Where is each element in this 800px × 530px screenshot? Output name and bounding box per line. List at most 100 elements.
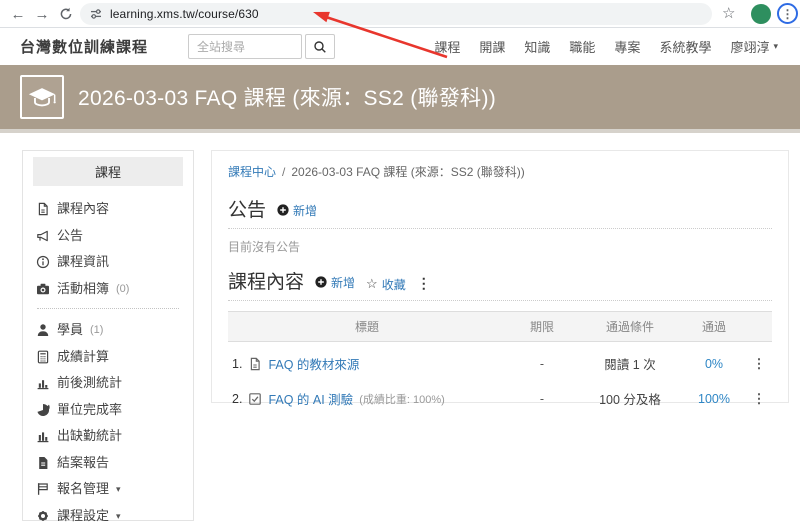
file-icon <box>36 202 50 216</box>
sidebar-item-course-settings[interactable]: 課程設定 ▾ <box>36 509 180 523</box>
sidebar-item-unit-completion[interactable]: 單位完成率 <box>36 403 180 417</box>
sidebar-item-label: 報名管理 <box>57 482 109 496</box>
nav-item-offerings[interactable]: 開課 <box>479 37 505 56</box>
graduation-cap-icon <box>27 85 57 110</box>
content-more-button[interactable]: ⋮ <box>417 275 431 292</box>
plus-circle-icon <box>277 204 289 216</box>
course-content-table: 標題 期限 通過條件 通過 1. FAQ 的教材來源 <box>228 311 772 412</box>
browser-back-button[interactable]: ← <box>8 4 28 24</box>
breadcrumb: 課程中心 / 2026-03-03 FAQ 課程 (來源：SS2 (聯發科)) <box>228 163 772 180</box>
pass-rate-link[interactable]: 0% <box>682 342 746 378</box>
search-button[interactable] <box>305 34 335 59</box>
main-content: 課程中心 / 2026-03-03 FAQ 課程 (來源：SS2 (聯發科)) … <box>211 150 789 403</box>
sidebar-item-label: 課程設定 <box>57 509 109 523</box>
condition-cell: 閱讀 1 次 <box>578 342 682 378</box>
sidebar-item-pre-post-stats[interactable]: 前後測統計 <box>36 376 180 390</box>
user-menu[interactable]: 廖翊淳 ▾ <box>730 37 778 56</box>
col-pass-header: 通過 <box>682 312 746 342</box>
bookmark-star-icon[interactable]: ☆ <box>722 4 735 22</box>
add-announcement-button[interactable]: 新增 <box>277 202 317 219</box>
announcements-title: 公告 <box>228 195 266 222</box>
user-icon <box>36 323 50 337</box>
course-banner: 2026-03-03 FAQ 課程 (來源：SS2 (聯發科)) <box>0 65 800 133</box>
table-row: 1. FAQ 的教材來源 - 閱讀 1 次 0% ⋮ <box>228 342 772 378</box>
banner-icon-box <box>20 75 64 119</box>
flag-icon <box>36 482 50 496</box>
sidebar-divider <box>37 308 179 309</box>
add-content-button[interactable]: 新增 <box>315 274 355 291</box>
nav-item-tutorial[interactable]: 系統教學 <box>659 37 711 56</box>
row-more-button[interactable]: ⋮ <box>753 356 766 371</box>
col-menu-header <box>746 312 772 342</box>
gear-icon <box>36 509 50 523</box>
site-info-icon[interactable] <box>89 7 103 21</box>
deadline-cell: - <box>506 342 578 378</box>
sidebar-item-photo-album[interactable]: 活動相簿 (0) <box>36 282 180 296</box>
nav-item-courses[interactable]: 課程 <box>434 37 460 56</box>
sidebar-item-final-report[interactable]: 結案報告 <box>36 456 180 470</box>
profile-avatar[interactable] <box>751 4 771 24</box>
site-logo[interactable]: 台灣數位訓練課程 <box>20 36 148 57</box>
col-condition-header: 通過條件 <box>578 312 682 342</box>
sidebar-item-label: 公告 <box>57 229 83 243</box>
sidebar-item-grade-calc[interactable]: 成績計算 <box>36 350 180 364</box>
favorite-button[interactable]: ☆ 收藏 <box>366 276 406 293</box>
col-title-header: 標題 <box>228 312 506 342</box>
table-header-row: 標題 期限 通過條件 通過 <box>228 312 772 342</box>
sidebar-item-label: 課程內容 <box>57 202 109 216</box>
browser-menu-button[interactable]: ⋮ <box>777 3 798 24</box>
bar-chart-icon <box>36 376 50 390</box>
sidebar-item-course-content[interactable]: 課程內容 <box>36 202 180 216</box>
material-link[interactable]: FAQ 的教材來源 <box>268 354 359 373</box>
course-title: 2026-03-03 FAQ 課程 (來源：SS2 (聯發科)) <box>78 82 496 112</box>
pie-chart-icon <box>36 403 50 417</box>
url-bar[interactable]: learning.xms.tw/course/630 <box>80 3 712 25</box>
site-header: 台灣數位訓練課程 課程 開課 知識 職能 專案 系統教學 廖翊淳 ▾ <box>0 28 800 65</box>
pass-rate-link[interactable]: 100% <box>682 377 746 412</box>
site-search <box>188 34 335 59</box>
plus-circle-icon <box>315 276 327 288</box>
sidebar-item-course-info[interactable]: 課程資訊 <box>36 255 180 269</box>
course-sidebar: 課程 課程內容 公告 課程資訊 <box>22 150 194 521</box>
reload-icon <box>59 7 73 21</box>
col-deadline-header: 期限 <box>506 312 578 342</box>
chevron-down-icon: ▾ <box>116 509 121 523</box>
sidebar-item-label: 單位完成率 <box>57 403 122 417</box>
sidebar-item-label: 活動相簿 <box>57 282 109 296</box>
row-more-button[interactable]: ⋮ <box>753 391 766 406</box>
course-content-title: 課程內容 <box>228 267 304 294</box>
file-icon <box>248 357 262 371</box>
sidebar-item-announcements[interactable]: 公告 <box>36 229 180 243</box>
nav-item-projects[interactable]: 專案 <box>614 37 640 56</box>
row-number: 2. <box>232 392 242 406</box>
sidebar-item-registration[interactable]: 報名管理 ▾ <box>36 482 180 496</box>
bar-chart-icon <box>36 429 50 443</box>
chevron-down-icon: ▾ <box>773 41 778 52</box>
condition-cell: 100 分及格 <box>578 377 682 412</box>
item-count: (0) <box>116 282 129 296</box>
sidebar-item-label: 出缺勤統計 <box>57 429 122 443</box>
search-input[interactable] <box>188 34 302 59</box>
sidebar-item-students[interactable]: 學員 (1) <box>36 323 180 337</box>
sidebar-header: 課程 <box>33 157 183 186</box>
browser-forward-button[interactable]: → <box>32 4 52 24</box>
sidebar-item-label: 課程資訊 <box>57 255 109 269</box>
nav-item-competency[interactable]: 職能 <box>569 37 595 56</box>
sidebar-item-attendance-stats[interactable]: 出缺勤統計 <box>36 429 180 443</box>
url-text[interactable]: learning.xms.tw/course/630 <box>110 7 259 21</box>
sidebar-item-label: 學員 <box>57 323 83 337</box>
sidebar-item-label: 結案報告 <box>57 456 109 470</box>
deadline-cell: - <box>506 377 578 412</box>
search-icon <box>313 40 327 54</box>
table-row: 2. FAQ 的 AI 測驗 (成績比重: 100%) - 100 分及格 10… <box>228 377 772 412</box>
breadcrumb-course-center-link[interactable]: 課程中心 <box>228 163 276 180</box>
info-icon <box>36 255 50 269</box>
camera-icon <box>36 282 50 296</box>
sidebar-item-label: 前後測統計 <box>57 376 122 390</box>
browser-reload-button[interactable] <box>56 4 76 24</box>
checkbox-icon <box>248 392 262 406</box>
report-icon <box>36 456 50 470</box>
user-name: 廖翊淳 <box>730 37 769 56</box>
nav-item-knowledge[interactable]: 知識 <box>524 37 550 56</box>
quiz-link[interactable]: FAQ 的 AI 測驗 <box>268 389 353 408</box>
